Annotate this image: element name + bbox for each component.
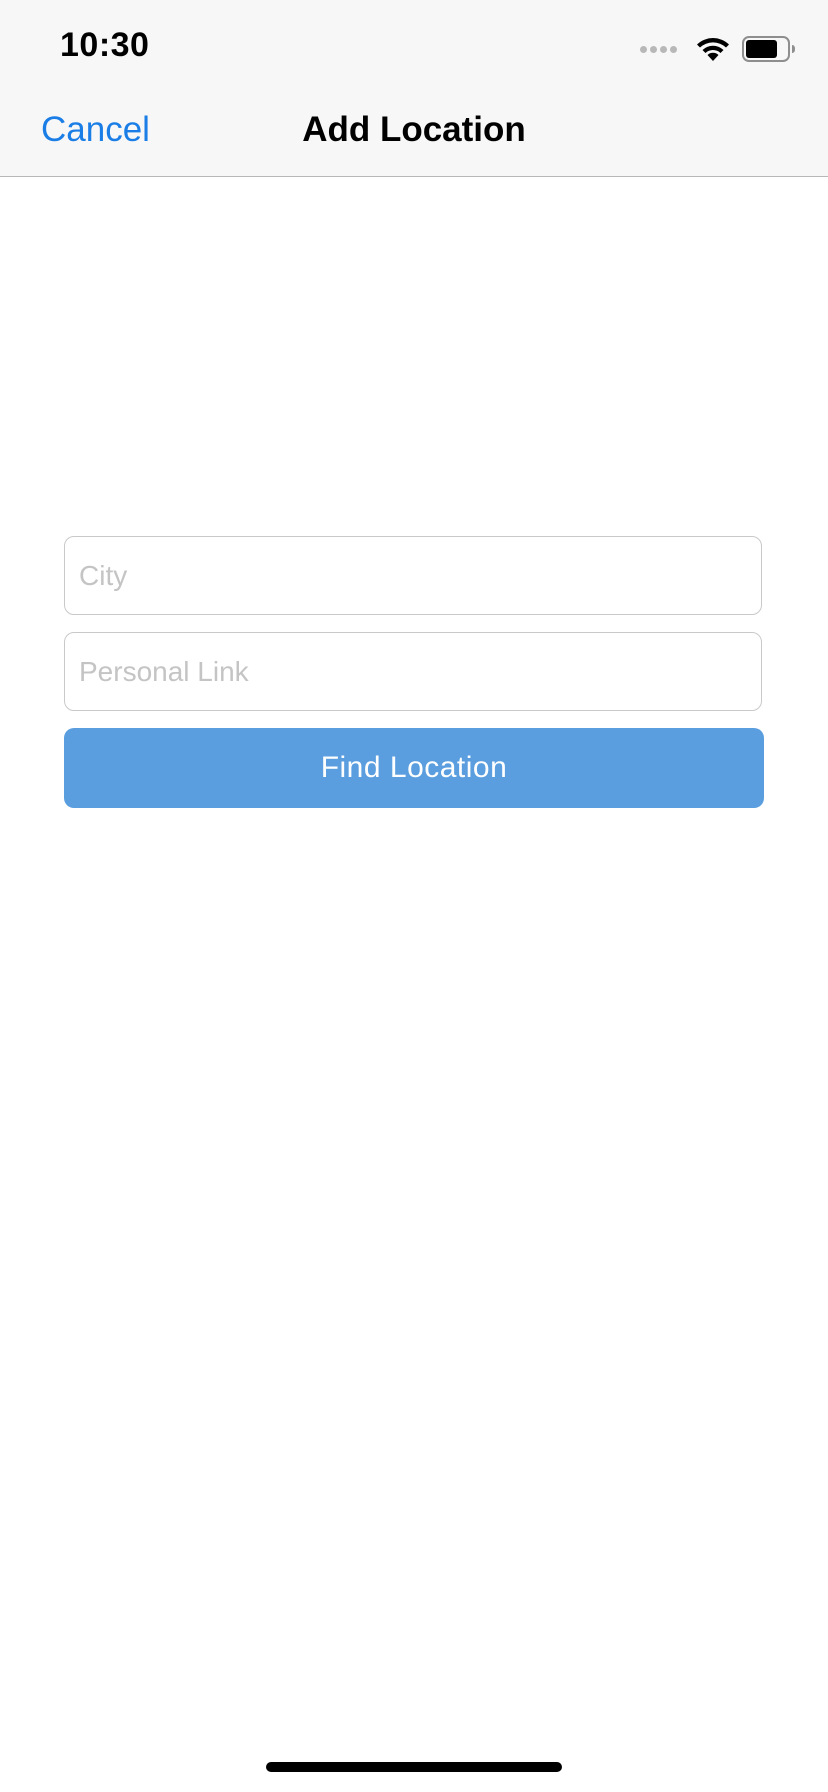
page-title: Add Location (302, 110, 526, 149)
status-icons (640, 34, 796, 64)
home-indicator[interactable] (266, 1762, 562, 1772)
signal-dots-icon (640, 45, 680, 53)
battery-icon (742, 36, 795, 62)
wifi-icon (697, 38, 729, 61)
status-time: 10:30 (60, 26, 150, 64)
find-location-button[interactable]: Find Location (64, 728, 764, 808)
navigation-bar: 10:30 Cancel Add Location (0, 0, 828, 177)
personal-link-input[interactable] (64, 632, 762, 711)
city-input[interactable] (64, 536, 762, 615)
add-location-screen: 10:30 Cancel Add Location Find Location (0, 0, 828, 1792)
